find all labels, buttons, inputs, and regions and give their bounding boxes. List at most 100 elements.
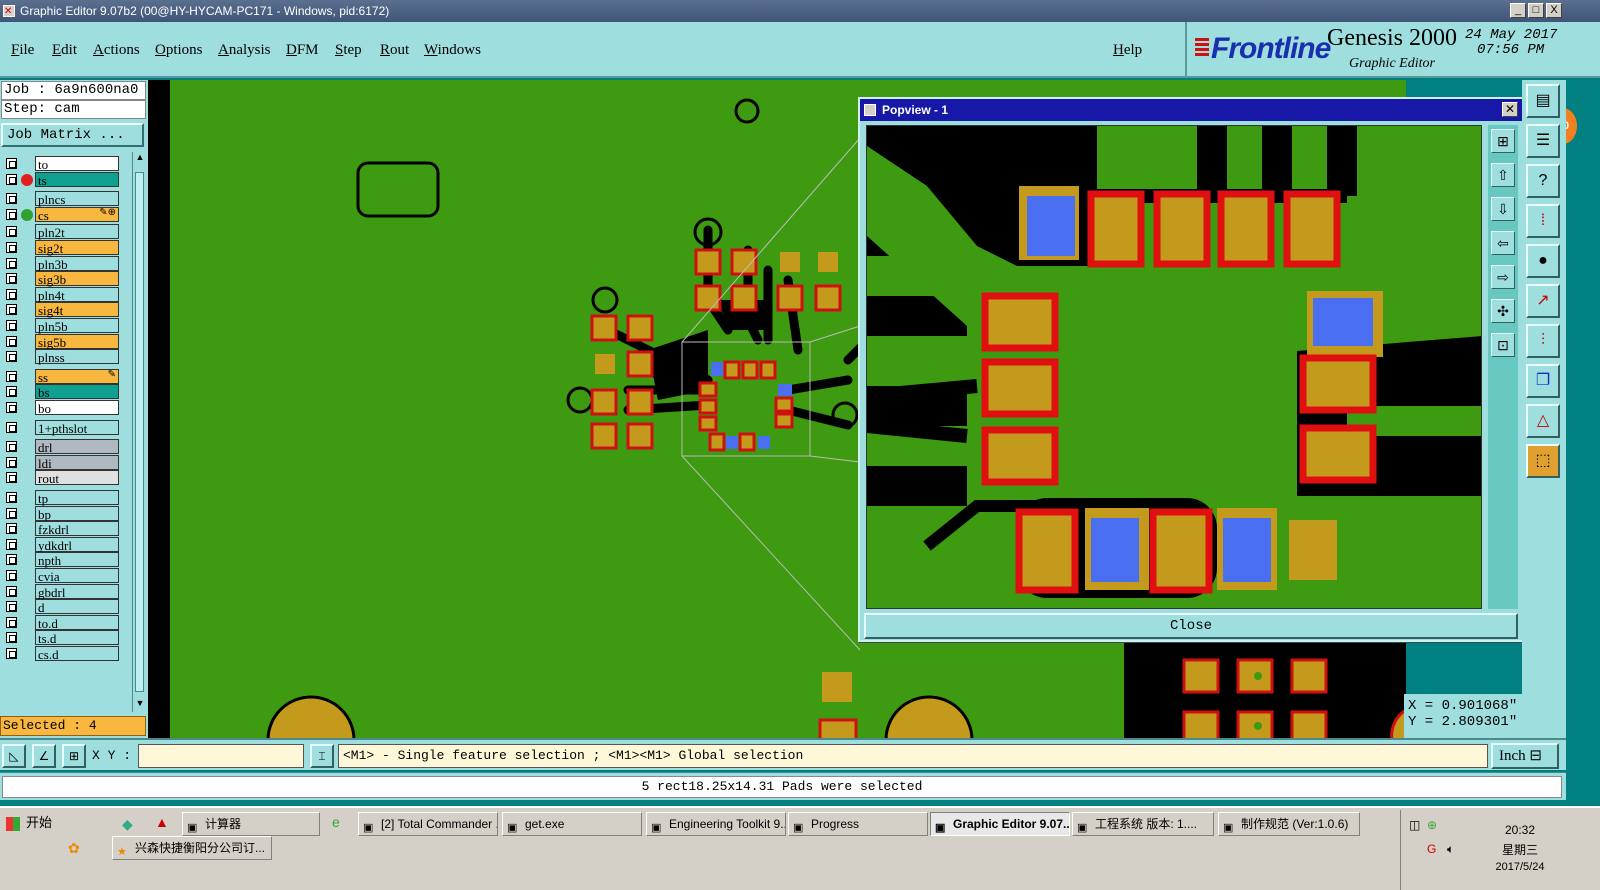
layer-checkbox[interactable] <box>6 538 17 550</box>
scroll-up-icon[interactable]: ▲ <box>134 152 146 164</box>
menu-windows[interactable]: Windows <box>424 42 481 59</box>
layer-checkbox[interactable] <box>6 158 17 169</box>
layer-name[interactable]: sig5b <box>35 333 119 350</box>
popview-close-icon[interactable]: ✕ <box>1502 102 1518 117</box>
volume-icon[interactable]: 🔈︎ <box>1447 842 1454 857</box>
layer-checkbox[interactable] <box>6 472 17 484</box>
menu-edit[interactable]: Edit <box>52 42 77 59</box>
layer-name[interactable]: rout <box>35 470 119 486</box>
list-icon[interactable]: ☰ <box>1526 124 1560 158</box>
layer-name[interactable]: to.d <box>35 614 119 631</box>
layer-checkbox[interactable] <box>6 402 17 413</box>
layer-row-sig4t[interactable]: sig4t <box>2 302 119 318</box>
ie-icon[interactable]: e <box>332 814 340 830</box>
layer-checkbox[interactable] <box>6 441 17 453</box>
system-clock[interactable]: 20:32 星期三 2017/5/24 <box>1490 820 1550 874</box>
minimize-button[interactable]: _ <box>1510 3 1526 18</box>
tray-icon-3[interactable]: G <box>1427 842 1436 856</box>
layer-name[interactable]: plnss <box>35 349 119 365</box>
xy-input[interactable] <box>138 744 304 768</box>
layer-checkbox[interactable] <box>6 554 17 566</box>
layer-checkbox[interactable] <box>6 570 17 581</box>
layer-row-ydkdrl[interactable]: ydkdrl <box>2 536 119 553</box>
menu-help[interactable]: Help <box>1113 42 1142 59</box>
layer-checkbox[interactable] <box>6 386 17 398</box>
text-cursor-icon[interactable]: ⌶ <box>310 744 334 768</box>
taskbar-item[interactable]: ▣ Engineering Toolkit 9.... <box>646 812 786 836</box>
layer-name[interactable]: npth <box>35 552 119 568</box>
snap-icon[interactable]: ◺ <box>2 744 26 768</box>
scroll-down-icon[interactable]: ▼ <box>134 698 146 710</box>
layer-row-bs[interactable]: bs <box>2 384 119 400</box>
layout-icon[interactable]: ▤ <box>1526 84 1560 118</box>
layer-row-tp[interactable]: tp <box>2 490 119 506</box>
layer-checkbox[interactable] <box>6 507 17 519</box>
layer-row-pln2t[interactable]: pln2t <box>2 224 119 240</box>
layer-row-to-d[interactable]: to.d <box>2 614 119 631</box>
popview-zoom-icon[interactable]: ⊞ <box>1491 129 1515 153</box>
pdf-icon[interactable]: ▲ <box>155 814 169 830</box>
layer-row-ss[interactable]: ss ✎ <box>2 368 119 385</box>
menu-step[interactable]: Step <box>335 42 362 59</box>
maximize-button[interactable]: □ <box>1528 3 1544 18</box>
layer-name[interactable]: fzkdrl <box>35 521 119 537</box>
layer-checkbox[interactable] <box>6 585 17 597</box>
layer-checkbox[interactable] <box>6 421 17 433</box>
layer-checkbox[interactable] <box>6 601 17 613</box>
quicklaunch-icon-2[interactable]: ✿ <box>68 840 80 857</box>
layer-row-drl[interactable]: drl <box>2 439 119 455</box>
layer-name[interactable]: sig4t <box>35 302 119 318</box>
popview-close-button[interactable]: Close <box>864 613 1518 639</box>
layer-name[interactable]: ss <box>35 368 119 385</box>
popview-pan-left-icon[interactable]: ⇦ <box>1491 231 1515 255</box>
layer-name[interactable]: pln5b <box>35 318 119 334</box>
layer-checkbox[interactable] <box>6 523 17 535</box>
layer-row-cs-d[interactable]: cs.d <box>2 646 119 662</box>
menu-dfm[interactable]: DFM <box>286 42 319 59</box>
popview-zoom-view[interactable] <box>866 125 1482 609</box>
layer-name[interactable]: d <box>35 599 119 615</box>
layer-name[interactable]: pln2t <box>35 224 119 240</box>
layer-checkbox[interactable] <box>6 335 17 347</box>
layer-name[interactable]: bp <box>35 505 119 522</box>
layer-row-sig5b[interactable]: sig5b <box>2 333 119 350</box>
taskbar-item[interactable]: ▣ 制作规范 (Ver:1.0.6) <box>1218 812 1360 836</box>
layer-name[interactable]: sig2t <box>35 240 119 256</box>
layer-name[interactable]: cvia <box>35 568 119 584</box>
popview-pan-up-icon[interactable]: ⇧ <box>1491 163 1515 187</box>
taskbar-item[interactable]: ▣ Progress <box>788 812 928 836</box>
layer-name[interactable]: ts <box>35 171 119 188</box>
layer-checkbox[interactable] <box>6 632 17 644</box>
layer-row-rout[interactable]: rout <box>2 470 119 486</box>
layer-row-bo[interactable]: bo <box>2 400 119 416</box>
layer-checkbox[interactable] <box>6 273 17 285</box>
layer-checkbox[interactable] <box>6 193 17 205</box>
layer-checkbox[interactable] <box>6 648 17 659</box>
menu-actions[interactable]: Actions <box>93 42 140 59</box>
pad-icon[interactable]: ● <box>1526 244 1560 278</box>
layer-row-bp[interactable]: bp <box>2 505 119 522</box>
angle-icon[interactable]: ∠ <box>32 744 56 768</box>
layer-name[interactable]: to <box>35 156 119 172</box>
layer-checkbox[interactable] <box>6 351 17 363</box>
layer-name[interactable]: gbdrl <box>35 583 119 600</box>
drill-icon[interactable]: ⁞ <box>1526 204 1560 238</box>
scroll-thumb[interactable] <box>135 172 144 692</box>
job-matrix-button[interactable]: Job Matrix ... <box>1 123 144 147</box>
layer-name[interactable]: cs.d <box>35 646 119 662</box>
layer-checkbox[interactable] <box>6 456 17 468</box>
layer-checkbox[interactable] <box>6 616 17 628</box>
layer-checkbox[interactable] <box>6 370 17 382</box>
layer-row-sig2t[interactable]: sig2t <box>2 240 119 256</box>
layer-name[interactable]: tp <box>35 490 119 506</box>
layer-name[interactable]: plncs <box>35 191 119 207</box>
layer-name[interactable]: sig3b <box>35 271 119 287</box>
layer-checkbox[interactable] <box>6 304 17 316</box>
menu-analysis[interactable]: Analysis <box>218 42 271 59</box>
layer-name[interactable]: pln3b <box>35 255 119 272</box>
popview-pan-right-icon[interactable]: ⇨ <box>1491 265 1515 289</box>
layer-name[interactable]: ldi <box>35 454 119 471</box>
shapes-icon[interactable]: ❐ <box>1526 364 1560 398</box>
taskbar-item[interactable]: ▣ 工程系统 版本: 1.... <box>1072 812 1214 836</box>
menu-file[interactable]: File <box>11 42 34 59</box>
